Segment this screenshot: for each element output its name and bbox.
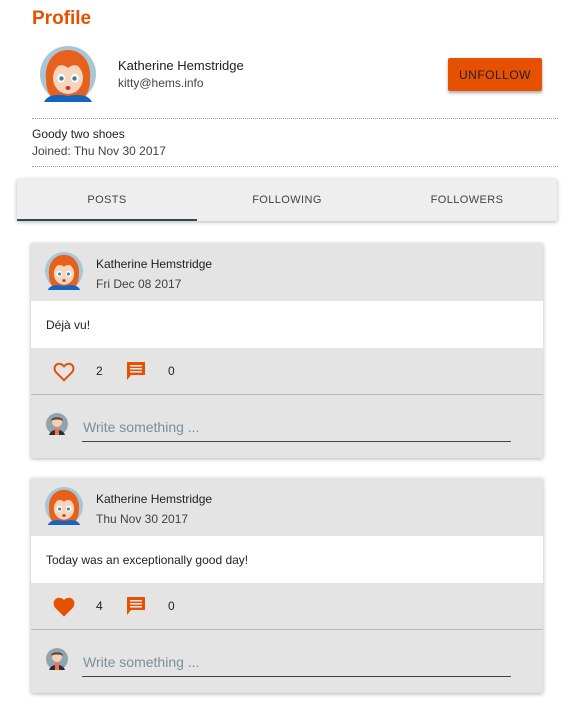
tab-bar: POSTS FOLLOWING FOLLOWERS xyxy=(17,179,557,221)
heart-icon[interactable] xyxy=(53,597,75,617)
divider xyxy=(32,118,558,119)
tab-following[interactable]: FOLLOWING xyxy=(197,179,377,221)
like-count: 4 xyxy=(96,599,103,613)
avatar[interactable] xyxy=(40,46,96,102)
comment-compose xyxy=(31,395,543,458)
comment-count: 0 xyxy=(168,599,175,613)
joined-date: Joined: Thu Nov 30 2017 xyxy=(32,144,166,158)
profile-name: Katherine Hemstridge xyxy=(118,58,244,73)
tab-posts[interactable]: POSTS xyxy=(17,179,197,221)
post-body: Today was an exceptionally good day! xyxy=(31,536,543,583)
post-card: Katherine Hemstridge Thu Nov 30 2017 Tod… xyxy=(31,478,543,693)
profile-bio: Goody two shoes xyxy=(32,127,125,141)
current-user-avatar xyxy=(46,413,68,435)
like-count: 2 xyxy=(96,364,103,378)
comment-count: 0 xyxy=(168,364,175,378)
post-header: Katherine Hemstridge Thu Nov 30 2017 xyxy=(31,478,543,536)
post-text: Déjà vu! xyxy=(46,318,91,332)
comment-compose xyxy=(31,630,543,693)
post-header: Katherine Hemstridge Fri Dec 08 2017 xyxy=(31,243,543,301)
unfollow-button[interactable]: UNFOLLOW xyxy=(448,58,542,91)
divider xyxy=(32,166,558,167)
tab-followers[interactable]: FOLLOWERS xyxy=(377,179,557,221)
post-date: Thu Nov 30 2017 xyxy=(96,512,189,526)
post-author-avatar[interactable] xyxy=(45,252,83,290)
comment-icon[interactable] xyxy=(126,361,146,381)
post-author: Katherine Hemstridge xyxy=(96,257,213,271)
post-date: Fri Dec 08 2017 xyxy=(96,277,182,291)
post-text: Today was an exceptionally good day! xyxy=(46,553,249,567)
comment-icon[interactable] xyxy=(126,596,146,616)
comment-input[interactable] xyxy=(82,648,511,677)
post-actions: 4 0 xyxy=(31,583,543,630)
post-actions: 2 0 xyxy=(31,348,543,395)
heart-icon[interactable] xyxy=(53,362,75,382)
post-card: Katherine Hemstridge Fri Dec 08 2017 Déj… xyxy=(31,243,543,458)
profile-email: kitty@hems.info xyxy=(118,76,204,90)
post-author-avatar[interactable] xyxy=(45,487,83,525)
comment-input[interactable] xyxy=(82,413,511,442)
profile-header: Katherine Hemstridge kitty@hems.info UNF… xyxy=(32,44,558,104)
current-user-avatar xyxy=(46,648,68,670)
post-author: Katherine Hemstridge xyxy=(96,492,213,506)
page-title: Profile xyxy=(32,8,92,29)
post-body: Déjà vu! xyxy=(31,301,543,348)
